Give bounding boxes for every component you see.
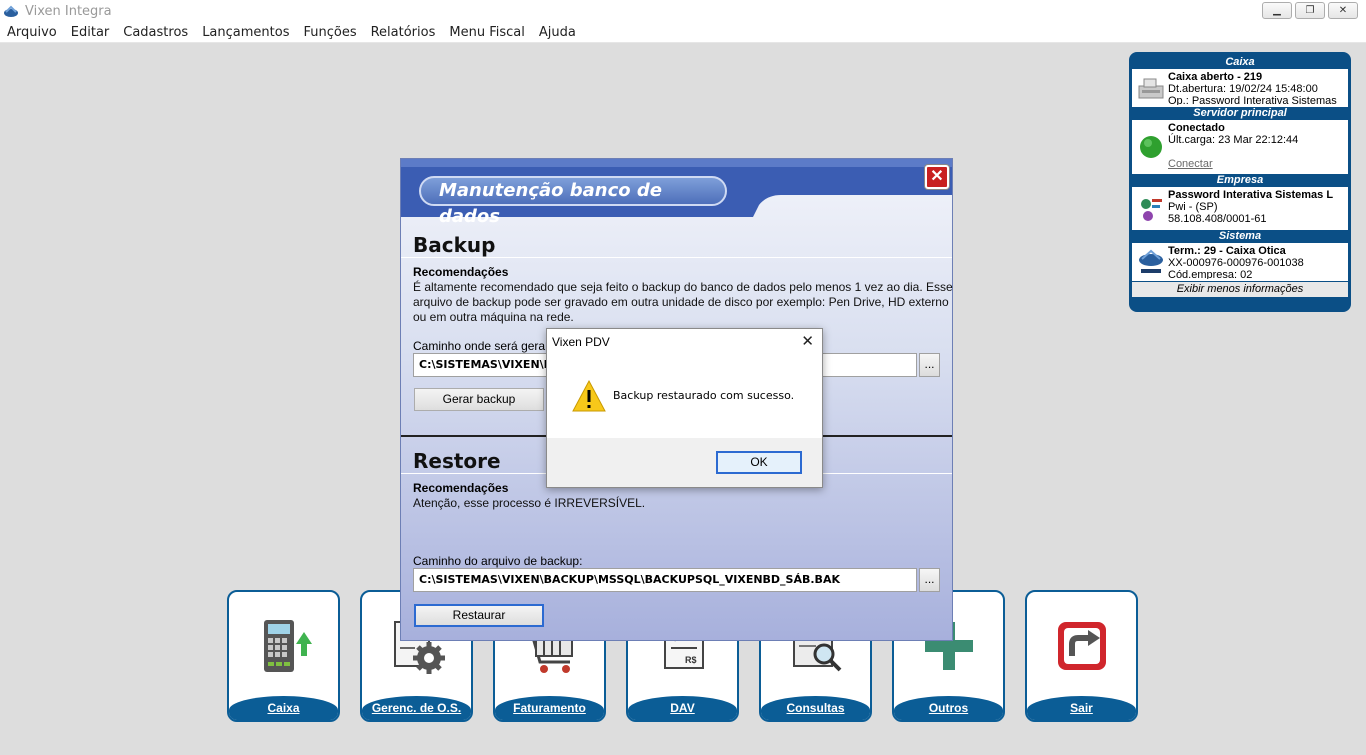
menu-funcoes[interactable]: Funções (296, 25, 363, 40)
msgbox-title: Vixen PDV (552, 335, 610, 349)
tile-faturamento-label: Faturamento (495, 696, 604, 720)
caixa-box: Caixa aberto - 219 Dt.abertura: 19/02/24… (1132, 69, 1348, 107)
sistema-header: Sistema (1218, 230, 1262, 242)
sistema-cod-empresa: Cód.empresa: 02 (1168, 269, 1253, 279)
cash-register-icon (263, 620, 312, 672)
servidor-status: Conectado (1168, 122, 1225, 134)
tile-caixa-label: Caixa (229, 696, 338, 720)
tile-outros-label: Outros (894, 696, 1003, 720)
tile-consultas-label: Consultas (761, 696, 870, 720)
gerar-backup-button[interactable]: Gerar backup (414, 388, 544, 411)
servidor-box: Conectado Últ.carga: 23 Mar 22:12:44 Con… (1132, 120, 1348, 174)
menu-menu-fiscal[interactable]: Menu Fiscal (442, 25, 531, 40)
backup-title: Backup (413, 233, 496, 257)
restore-button[interactable]: ❐ (1295, 2, 1325, 19)
empresa-box: Password Interativa Sistemas L Pwi - (SP… (1132, 187, 1348, 230)
empresa-cnpj: 58.108.408/0001-61 (1168, 213, 1267, 225)
restore-icon: ❐ (1305, 5, 1315, 16)
restaurar-button[interactable]: Restaurar (414, 604, 544, 627)
connection-status-icon (1134, 122, 1168, 172)
msgbox-message: Backup restaurado com sucesso. (613, 389, 795, 402)
restore-title: Restore (413, 449, 501, 473)
empresa-header: Empresa (1216, 174, 1264, 186)
exit-icon (1057, 622, 1106, 670)
tile-sair[interactable]: Sair (1025, 590, 1138, 722)
restore-rec-title: Recomendações (413, 481, 509, 495)
restore-path-input[interactable]: C:\SISTEMAS\VIXEN\BACKUP\MSSQL\BACKUPSQL… (413, 568, 917, 592)
menu-editar[interactable]: Editar (64, 25, 117, 40)
menu-bar: Arquivo Editar Cadastros Lançamentos Fun… (0, 23, 1366, 43)
minimize-button[interactable]: ▁ (1262, 2, 1292, 19)
tile-caixa[interactable]: Caixa (227, 590, 340, 722)
backup-path-label: Caminho onde será gera (413, 339, 546, 353)
backup-divider (401, 257, 952, 258)
tile-dav-label: DAV (628, 696, 737, 720)
menu-cadastros[interactable]: Cadastros (116, 25, 195, 40)
backup-rec-text: É altamente recomendado que seja feito o… (413, 280, 953, 324)
caixa-operador: Op.: Password Interativa Sistemas (1168, 95, 1337, 105)
dialog-close-button[interactable]: ✕ (925, 165, 949, 189)
msgbox-close-button[interactable]: ✕ (801, 332, 814, 350)
tile-sair-label: Sair (1027, 696, 1136, 720)
menu-relatorios[interactable]: Relatórios (364, 25, 443, 40)
caixa-dt-abertura: Dt.abertura: 19/02/24 15:48:00 (1168, 83, 1318, 95)
tile-gerenc-os-label: Gerenc. de O.S. (362, 696, 471, 720)
servidor-header: Servidor principal (1193, 107, 1287, 119)
close-icon: ✕ (1338, 5, 1348, 16)
window-title: Vixen Integra (25, 4, 112, 19)
svg-text:R$: R$ (685, 655, 697, 665)
menu-lancamentos[interactable]: Lançamentos (195, 25, 296, 40)
empresa-local: Pwi - (SP) (1168, 201, 1218, 213)
sistema-terminal: Term.: 29 - Caixa Otica (1168, 245, 1286, 257)
close-icon: ✕ (930, 168, 944, 185)
minimize-icon: ▁ (1273, 5, 1281, 16)
vixen-app-icon (4, 5, 18, 17)
backup-browse-button[interactable]: ... (919, 353, 940, 377)
toggle-info-button[interactable]: Exibir menos informações (1132, 282, 1348, 297)
restore-browse-button[interactable]: ... (919, 568, 940, 592)
sistema-box: Term.: 29 - Caixa Otica XX-000976-000976… (1132, 243, 1348, 281)
menu-ajuda[interactable]: Ajuda (532, 25, 583, 40)
close-icon: ✕ (801, 333, 814, 350)
msgbox-footer: OK (547, 438, 822, 487)
caixa-header: Caixa (1225, 56, 1255, 68)
restore-path-label: Caminho do arquivo de backup: (413, 554, 583, 568)
restore-rec-text: Atenção, esse processo é IRREVERSÍVEL. (413, 496, 646, 510)
info-panel: Caixa Caixa aberto - 219 Dt.abertura: 19… (1129, 52, 1351, 312)
servidor-ultima-carga: Últ.carga: 23 Mar 22:12:44 (1168, 134, 1299, 146)
message-box: Vixen PDV ✕ Backup restaurado com sucess… (546, 328, 823, 488)
warning-icon (572, 379, 606, 412)
menu-arquivo[interactable]: Arquivo (0, 25, 64, 40)
company-logo-icon (1134, 189, 1168, 228)
sistema-serial: XX-000976-000976-001038 (1168, 257, 1304, 269)
dialog-title: Manutenção banco de dados (419, 176, 727, 227)
cash-drawer-icon (1134, 71, 1168, 105)
ok-button[interactable]: OK (716, 451, 802, 474)
backup-rec-title: Recomendações (413, 265, 509, 279)
title-bar: Vixen Integra ▁ ❐ ✕ (0, 0, 1366, 23)
conectar-link[interactable]: Conectar (1168, 158, 1213, 170)
empresa-nome: Password Interativa Sistemas L (1168, 189, 1334, 201)
close-window-button[interactable]: ✕ (1328, 2, 1358, 19)
vixen-logo-icon (1134, 245, 1168, 279)
caixa-status: Caixa aberto - 219 (1168, 71, 1263, 83)
